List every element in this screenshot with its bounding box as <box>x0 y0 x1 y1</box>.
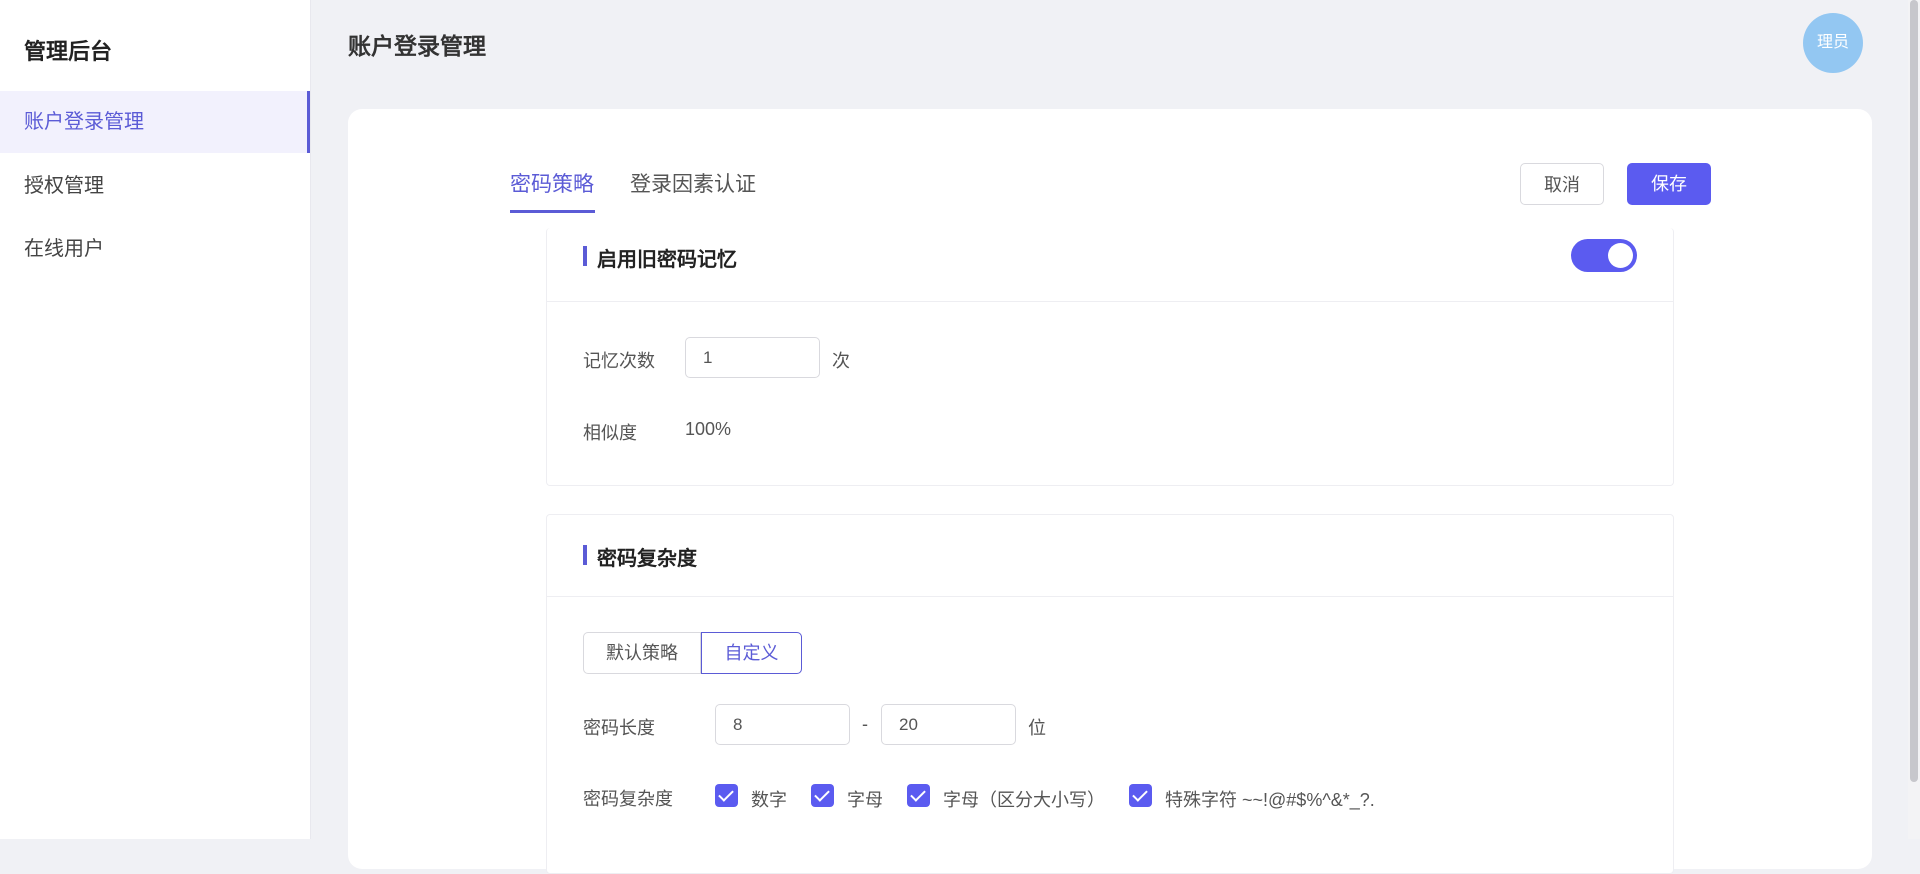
tab-login-factor-auth[interactable]: 登录因素认证 <box>630 168 756 198</box>
sidebar-item-account-login[interactable]: 账户登录管理 <box>0 91 310 153</box>
rule-case-sensitive-checkbox[interactable] <box>907 784 930 807</box>
sidebar: 管理后台 账户登录管理 授权管理 在线用户 <box>0 0 311 839</box>
mode-custom-button[interactable]: 自定义 <box>701 632 802 674</box>
mode-default-button[interactable]: 默认策略 <box>583 632 701 674</box>
section-divider <box>547 596 1673 597</box>
length-max-input[interactable] <box>881 704 1016 745</box>
history-count-label: 记忆次数 <box>583 351 655 371</box>
password-complexity-title: 密码复杂度 <box>583 542 697 571</box>
rule-special-chars-checkbox[interactable] <box>1129 784 1152 807</box>
length-label: 密码长度 <box>583 718 655 738</box>
rule-digits-checkbox[interactable] <box>715 784 738 807</box>
history-count-unit: 次 <box>832 351 850 371</box>
toggle-knob <box>1608 243 1633 268</box>
save-button[interactable]: 保存 <box>1627 163 1711 205</box>
sidebar-item-online-users[interactable]: 在线用户 <box>0 218 310 280</box>
tab-password-policy[interactable]: 密码策略 <box>510 168 594 198</box>
avatar[interactable]: 理员 <box>1803 13 1863 73</box>
password-history-title: 启用旧密码记忆 <box>583 243 737 272</box>
length-unit: 位 <box>1028 718 1046 738</box>
scrollbar-thumb[interactable] <box>1910 0 1918 782</box>
rule-case-sensitive-label: 字母（区分大小写） <box>943 790 1105 810</box>
length-min-input[interactable] <box>715 704 850 745</box>
similarity-value: 100% <box>685 419 732 439</box>
sidebar-item-authorization[interactable]: 授权管理 <box>0 155 310 217</box>
tab-active-indicator <box>510 210 595 213</box>
history-count-input[interactable] <box>685 337 820 378</box>
rule-letters-label: 字母 <box>847 790 883 810</box>
rule-special-chars-label: 特殊字符 ~~!@#$%^&*_?. <box>1165 790 1375 810</box>
length-separator: - <box>862 714 868 734</box>
rule-digits-label: 数字 <box>751 790 787 810</box>
section-divider <box>547 301 1673 302</box>
rule-letters-checkbox[interactable] <box>811 784 834 807</box>
password-complexity-section <box>546 514 1674 874</box>
similarity-label: 相似度 <box>583 423 637 443</box>
cancel-button[interactable]: 取消 <box>1520 163 1604 205</box>
password-history-toggle[interactable] <box>1571 239 1637 272</box>
complexity-rules-label: 密码复杂度 <box>583 789 673 809</box>
page-scrollbar[interactable] <box>1908 0 1920 839</box>
page-title: 账户登录管理 <box>348 33 486 59</box>
brand-title: 管理后台 <box>24 39 113 64</box>
